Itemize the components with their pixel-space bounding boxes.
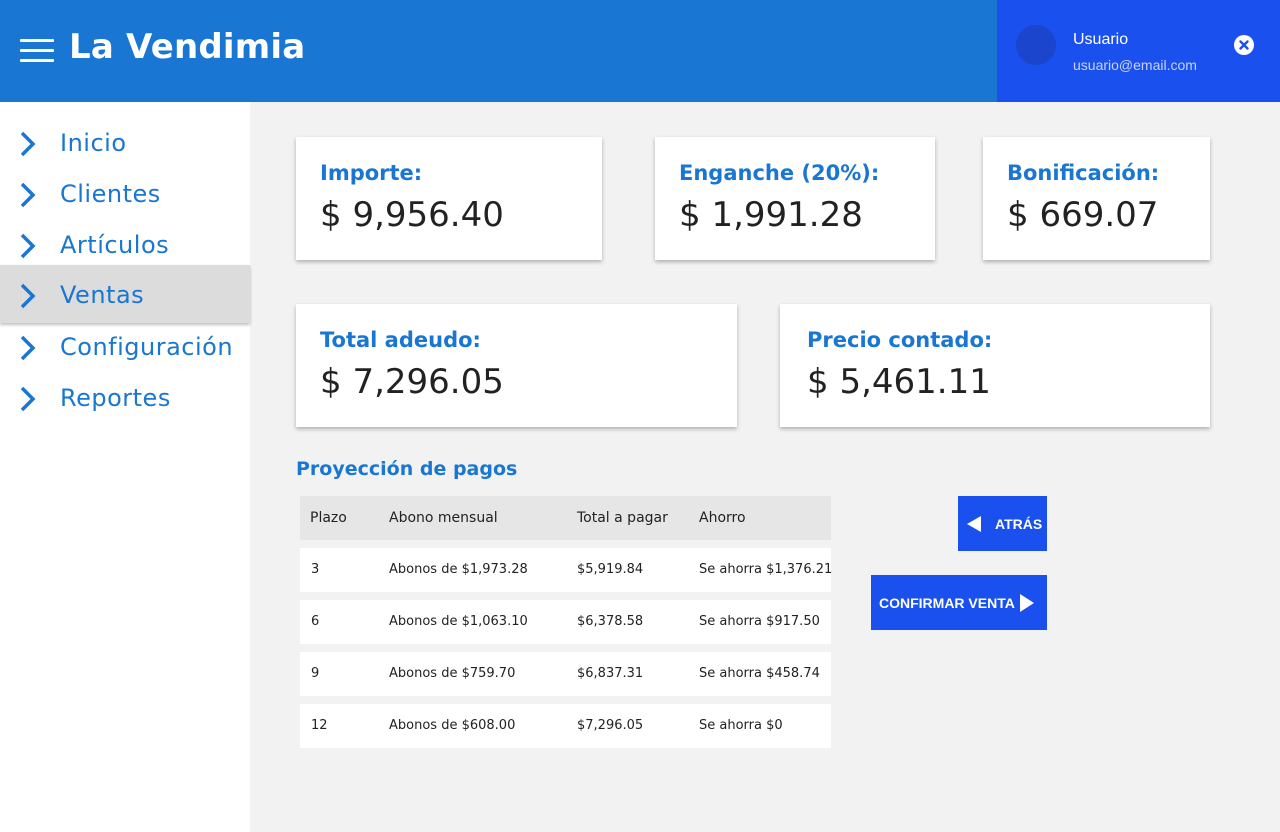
sidebar: Inicio Clientes Artículos Ventas Configu… xyxy=(0,102,250,832)
sidebar-item-label: Reportes xyxy=(60,384,171,412)
sidebar-item-configuracion[interactable]: Configuración xyxy=(0,322,250,373)
chevron-right-icon xyxy=(20,131,36,157)
confirm-button-label: CONFIRMAR VENTA xyxy=(879,595,1015,611)
table-cell: Abonos de $1,063.10 xyxy=(389,614,528,629)
sidebar-item-inicio[interactable]: Inicio xyxy=(0,118,250,169)
table-row[interactable]: 6 Abonos de $1,063.10 $6,378.58 Se ahorr… xyxy=(300,600,831,644)
table-cell: Se ahorra $1,376.21 xyxy=(699,562,833,577)
card-value: $ 669.07 xyxy=(1007,195,1159,235)
sidebar-item-clientes[interactable]: Clientes xyxy=(0,169,250,220)
table-header: Plazo Abono mensual Total a pagar Ahorro xyxy=(300,496,831,540)
triangle-right-icon xyxy=(1020,594,1034,612)
sidebar-item-label: Artículos xyxy=(60,231,170,259)
user-panel: Usuario usuario@email.com xyxy=(997,0,1280,102)
card-value: $ 7,296.05 xyxy=(320,362,504,402)
card-label: Bonificación: xyxy=(1007,161,1160,185)
enganche-card: Enganche (20%): $ 1,991.28 xyxy=(655,137,935,260)
sidebar-item-reportes[interactable]: Reportes xyxy=(0,373,250,424)
table-cell: 6 xyxy=(311,614,320,629)
chevron-right-icon xyxy=(20,335,36,361)
table-cell: Abonos de $608.00 xyxy=(389,718,516,733)
table-cell: 12 xyxy=(311,718,328,733)
table-cell: Se ahorra $0 xyxy=(699,718,783,733)
table-row[interactable]: 3 Abonos de $1,973.28 $5,919.84 Se ahorr… xyxy=(300,548,833,592)
precio-contado-card: Precio contado: $ 5,461.11 xyxy=(780,304,1210,427)
card-label: Importe: xyxy=(320,161,423,185)
chevron-right-icon xyxy=(20,182,36,208)
column-header: Total a pagar xyxy=(577,510,668,526)
table-cell: Se ahorra $458.74 xyxy=(699,666,820,681)
user-name: Usuario xyxy=(1073,31,1129,48)
card-value: $ 1,991.28 xyxy=(679,195,863,235)
hamburger-menu-icon[interactable] xyxy=(20,37,54,63)
sidebar-item-label: Configuración xyxy=(60,333,234,361)
table-cell: 3 xyxy=(311,562,320,577)
card-value: $ 5,461.11 xyxy=(807,362,991,402)
sidebar-item-label: Ventas xyxy=(60,281,145,309)
triangle-left-icon xyxy=(967,516,981,532)
card-label: Enganche (20%): xyxy=(679,161,880,185)
app-header: La Vendimia xyxy=(0,0,997,102)
section-title: Proyección de pagos xyxy=(296,458,518,480)
avatar[interactable] xyxy=(1016,25,1056,65)
table-cell: $5,919.84 xyxy=(577,562,644,577)
app-title: La Vendimia xyxy=(69,27,306,67)
chevron-right-icon xyxy=(20,386,36,412)
chevron-right-icon xyxy=(20,233,36,259)
sidebar-item-articulos[interactable]: Artículos xyxy=(0,220,250,271)
back-button-label: ATRÁS xyxy=(995,516,1043,532)
column-header: Ahorro xyxy=(699,510,746,526)
sidebar-item-label: Inicio xyxy=(60,129,127,157)
card-value: $ 9,956.40 xyxy=(320,195,504,235)
importe-card: Importe: $ 9,956.40 xyxy=(296,137,602,260)
column-header: Abono mensual xyxy=(389,510,498,526)
bonificacion-card: Bonificación: $ 669.07 xyxy=(983,137,1210,260)
sidebar-item-ventas[interactable]: Ventas xyxy=(0,265,250,323)
table-cell: 9 xyxy=(311,666,320,681)
back-button[interactable]: ATRÁS xyxy=(958,496,1047,551)
table-cell: Abonos de $1,973.28 xyxy=(389,562,528,577)
card-label: Precio contado: xyxy=(807,328,993,352)
user-email: usuario@email.com xyxy=(1073,57,1197,73)
sidebar-item-label: Clientes xyxy=(60,180,161,208)
table-cell: Se ahorra $917.50 xyxy=(699,614,820,629)
chevron-right-icon xyxy=(20,283,36,309)
table-cell: $7,296.05 xyxy=(577,718,644,733)
table-cell: Abonos de $759.70 xyxy=(389,666,516,681)
confirm-sale-button[interactable]: CONFIRMAR VENTA xyxy=(871,575,1047,630)
table-row[interactable]: 9 Abonos de $759.70 $6,837.31 Se ahorra … xyxy=(300,652,831,696)
close-icon[interactable] xyxy=(1234,35,1254,55)
card-label: Total adeudo: xyxy=(320,328,481,352)
table-cell: $6,837.31 xyxy=(577,666,644,681)
column-header: Plazo xyxy=(310,510,347,526)
total-adeudo-card: Total adeudo: $ 7,296.05 xyxy=(296,304,737,427)
table-row[interactable]: 12 Abonos de $608.00 $7,296.05 Se ahorra… xyxy=(300,704,831,748)
table-cell: $6,378.58 xyxy=(577,614,644,629)
